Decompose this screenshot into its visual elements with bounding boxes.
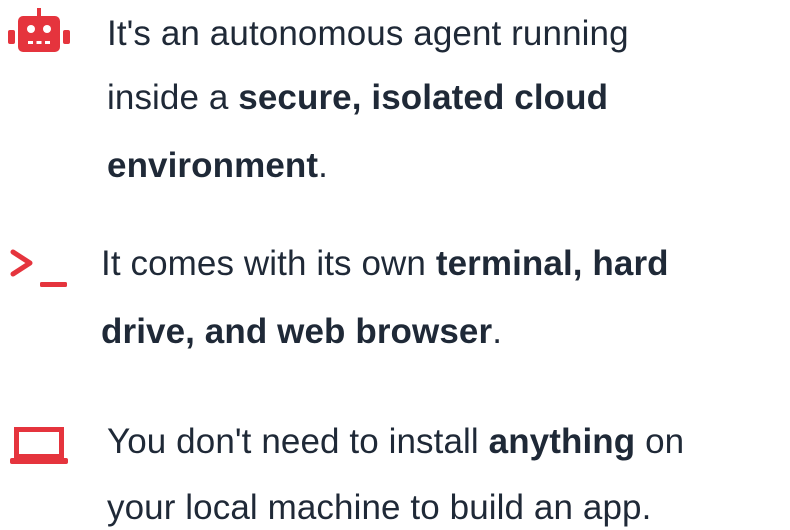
feature-list-page: { "accent_color": "#e5343d", "text_color…	[0, 0, 790, 530]
feature-text-line: You don't need to install anything on	[107, 422, 685, 461]
robot-icon	[8, 8, 70, 52]
feature-text-line: It's an autonomous agent running	[107, 14, 629, 53]
feature-text-line: inside a secure, isolated cloud	[107, 78, 609, 117]
feature-text-line: environment.	[107, 146, 328, 185]
terminal-icon	[10, 249, 67, 287]
feature-text-line: It comes with its own terminal, hard	[101, 244, 669, 283]
feature-text-line: your local machine to build an app.	[107, 488, 652, 527]
feature-text-line: drive, and web browser.	[101, 312, 503, 351]
laptop-icon	[10, 427, 68, 464]
